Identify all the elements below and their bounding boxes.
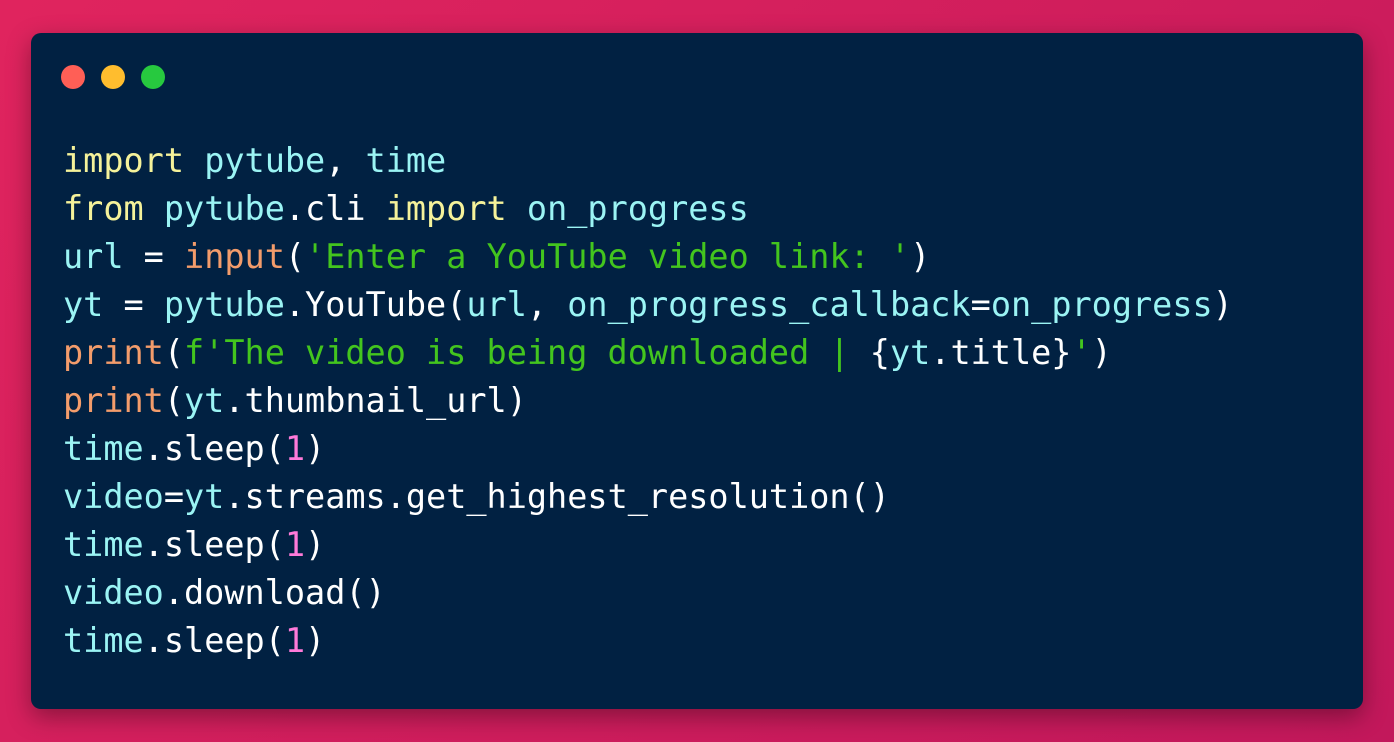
- code-token-plain: .YouTube(: [284, 285, 467, 324]
- code-token-module: url: [63, 237, 124, 276]
- code-token-number: 1: [284, 525, 306, 564]
- code-token-module: video: [63, 573, 164, 612]
- code-token-plain: =: [123, 237, 185, 276]
- code-line: import pytube, time: [63, 137, 1233, 185]
- code-token-keyword: import: [63, 141, 185, 180]
- code-token-module: time: [63, 429, 144, 468]
- code-token-module: time: [365, 141, 447, 180]
- code-token-module: url: [466, 285, 527, 324]
- code-line: video.download(): [63, 569, 1233, 617]
- code-token-module: time: [63, 525, 144, 564]
- window-controls: [61, 65, 165, 89]
- code-line: print(yt.thumbnail_url): [63, 377, 1233, 425]
- code-line: time.sleep(1): [63, 425, 1233, 473]
- code-token-plain: =: [970, 285, 991, 324]
- code-token-keyword: import: [385, 189, 507, 228]
- code-token-plain: ): [1212, 285, 1233, 324]
- minimize-button[interactable]: [101, 65, 125, 89]
- code-token-module: yt: [184, 477, 225, 516]
- close-button[interactable]: [61, 65, 85, 89]
- code-window: import pytube, time from pytube.cli impor…: [31, 33, 1363, 709]
- code-token-plain: .sleep(: [143, 525, 285, 564]
- code-token-module: yt: [63, 285, 104, 324]
- code-token-builtin: print: [63, 381, 164, 420]
- code-token-plain: ): [910, 237, 931, 276]
- code-line: video=yt.streams.get_highest_resolution(…: [63, 473, 1233, 521]
- code-token-number: 1: [284, 429, 306, 468]
- code-token-module: pytube: [204, 141, 326, 180]
- code-token-plain: .download(): [163, 573, 386, 612]
- code-line: print(f'The video is being downloaded | …: [63, 329, 1233, 377]
- code-line: url = input('Enter a YouTube video link:…: [63, 233, 1233, 281]
- code-token-string: 'Enter a YouTube video link: ': [305, 237, 911, 276]
- code-line: time.sleep(1): [63, 617, 1233, 665]
- code-token-plain: ): [1091, 333, 1112, 372]
- code-token-module: time: [63, 621, 144, 660]
- code-token-string: f'The video is being downloaded |: [184, 333, 870, 372]
- code-token-plain: ): [305, 429, 326, 468]
- code-token-plain: .sleep(: [143, 621, 285, 660]
- code-token-module: video: [63, 477, 164, 516]
- code-token-builtin: input: [184, 237, 285, 276]
- code-token-plain: .cli: [284, 189, 386, 228]
- code-token-plain: (: [284, 237, 306, 276]
- code-token-plain: .streams.get_highest_resolution(): [224, 477, 890, 516]
- code-token-plain: =: [103, 285, 164, 324]
- code-token-plain: {: [869, 333, 890, 372]
- code-token-number: 1: [284, 621, 306, 660]
- maximize-button[interactable]: [141, 65, 165, 89]
- code-line: time.sleep(1): [63, 521, 1233, 569]
- code-token-plain: ,: [526, 285, 568, 324]
- code-token-module: yt: [889, 333, 931, 372]
- code-token-module: pytube: [163, 285, 285, 324]
- code-token-plain: .thumbnail_url): [224, 381, 527, 420]
- code-token-plain: (: [163, 381, 185, 420]
- code-token-plain: (: [163, 333, 185, 372]
- code-token-plain: .sleep(: [143, 429, 285, 468]
- code-token-plain: ,: [325, 141, 366, 180]
- code-token-builtin: print: [63, 333, 164, 372]
- code-token-keyword: from: [63, 189, 144, 228]
- code-token-string: ': [1071, 333, 1092, 372]
- code-token-plain: ): [305, 621, 326, 660]
- code-block: import pytube, time from pytube.cli impor…: [63, 137, 1233, 665]
- code-line: from pytube.cli import on_progress: [63, 185, 1233, 233]
- code-token-module: on_progress_callback: [567, 285, 971, 324]
- code-token-module: on_progress: [990, 285, 1213, 324]
- code-token-module: yt: [184, 381, 225, 420]
- code-token-plain: =: [163, 477, 185, 516]
- code-token-plain: .title}: [930, 333, 1072, 372]
- code-token-module: pytube: [163, 189, 285, 228]
- code-token-module: on_progress: [526, 189, 749, 228]
- code-line: yt = pytube.YouTube(url, on_progress_cal…: [63, 281, 1233, 329]
- code-token-plain: ): [305, 525, 326, 564]
